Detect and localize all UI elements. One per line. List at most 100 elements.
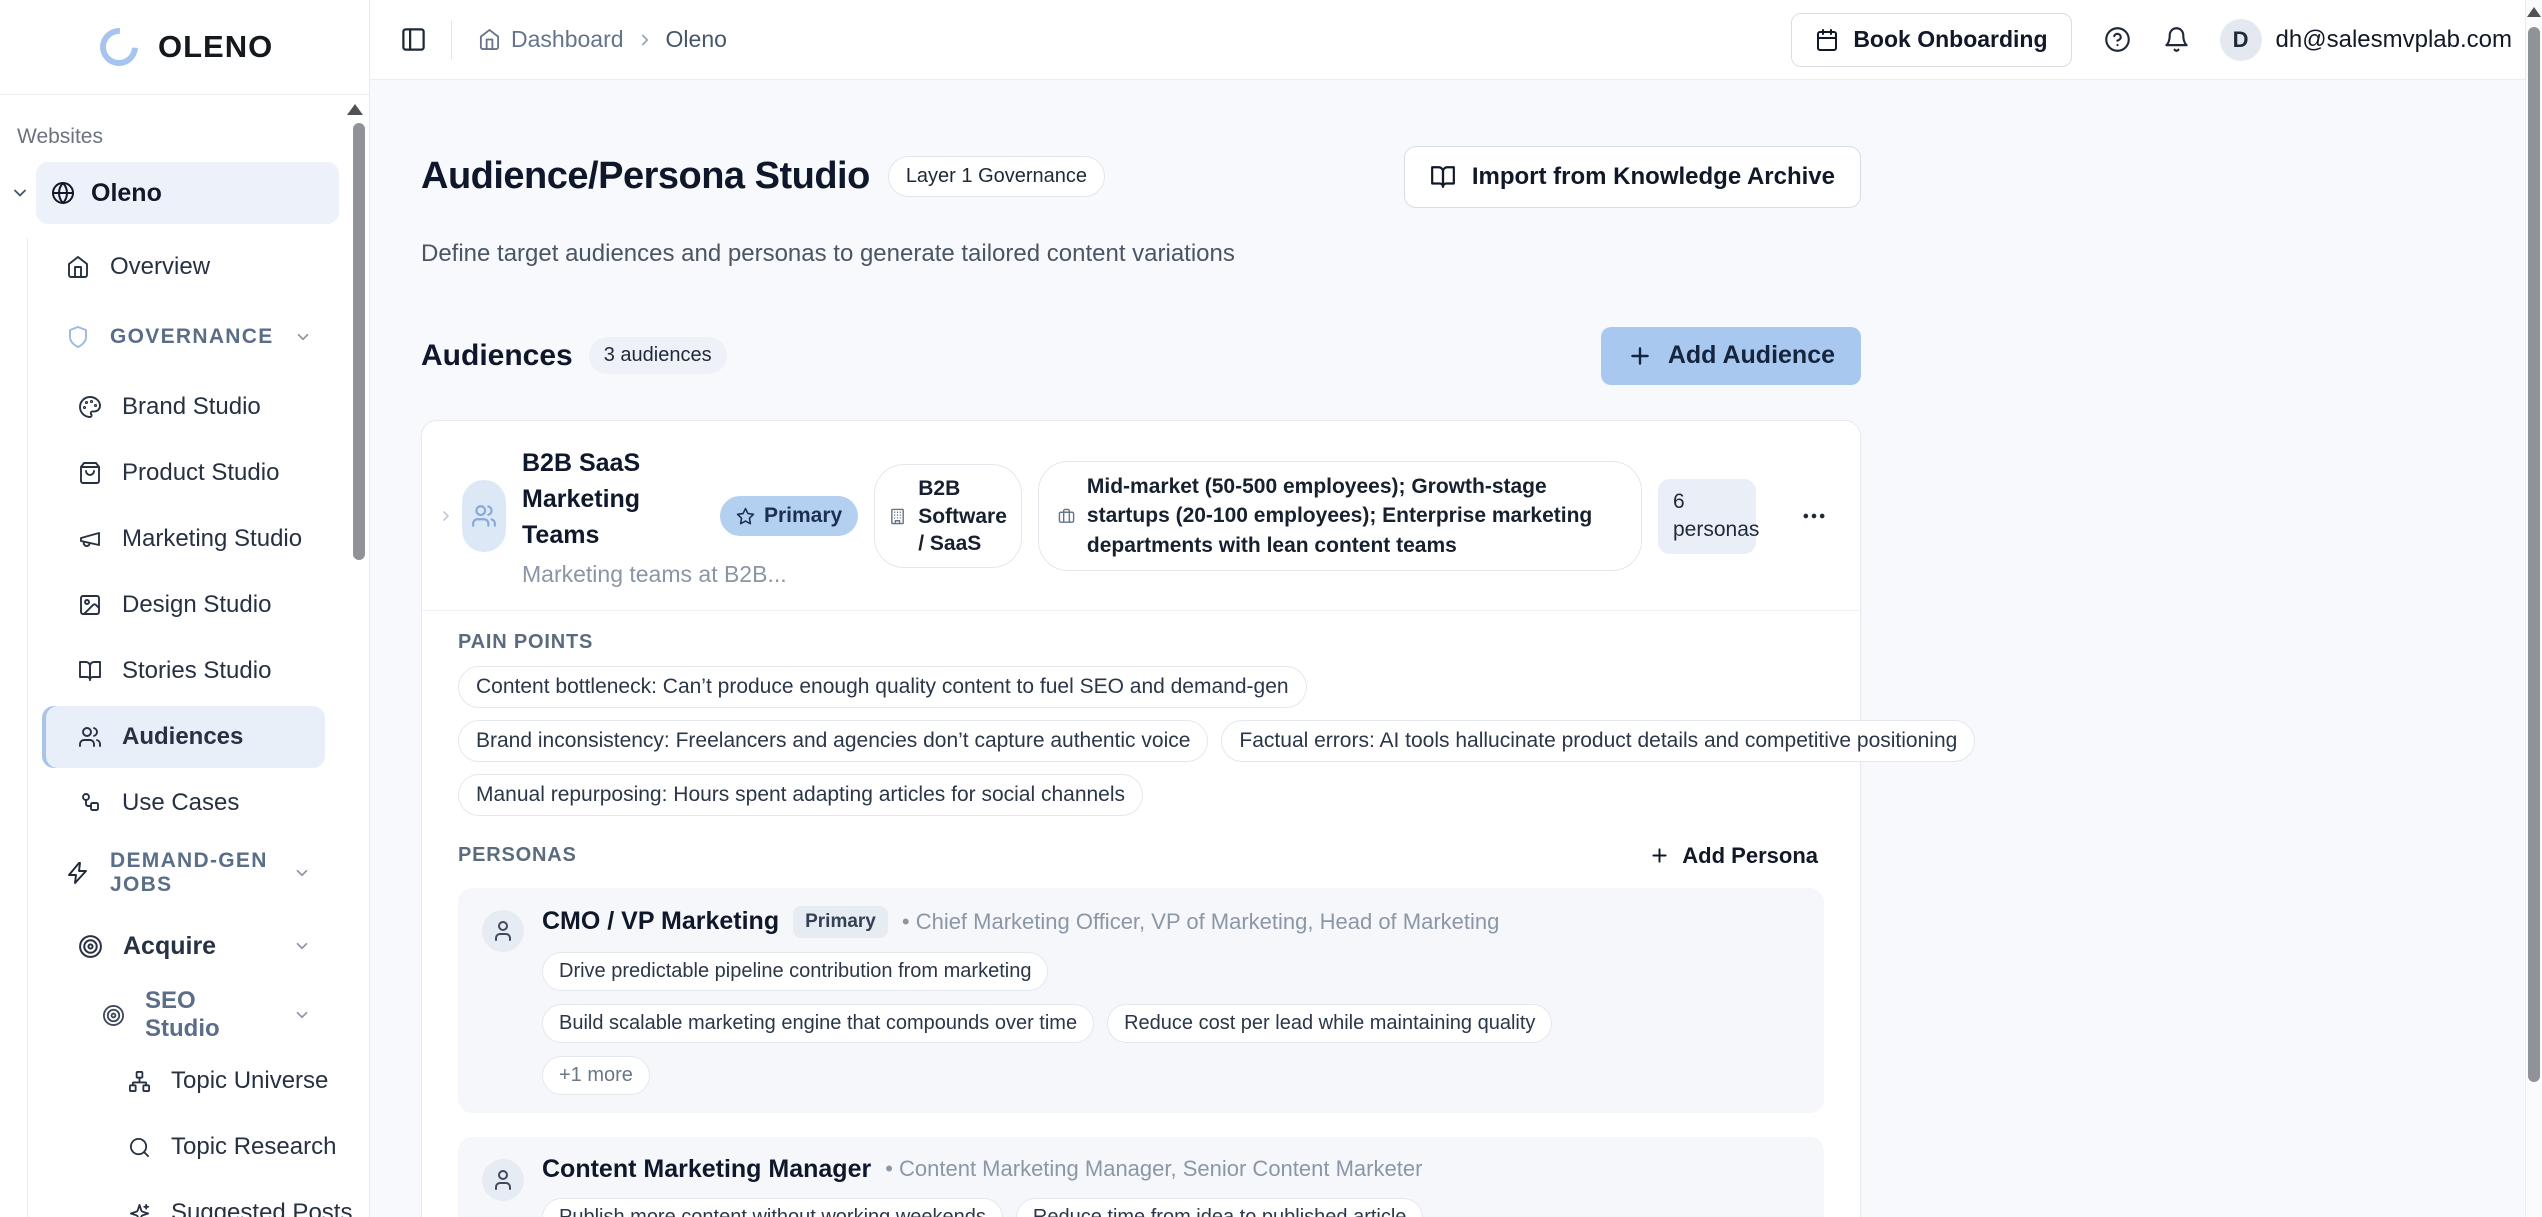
persona-name: CMO / VP Marketing <box>542 907 779 936</box>
user-avatar[interactable]: D <box>2220 19 2262 61</box>
plus-icon <box>1627 343 1653 369</box>
nav-label: SEO Studio <box>145 987 273 1043</box>
sidebar-scrollbar[interactable] <box>353 123 365 560</box>
sidebar-item-product-studio[interactable]: Product Studio <box>0 440 369 506</box>
governance-badge: Layer 1 Governance <box>888 156 1105 197</box>
persona-body: CMO / VP Marketing Primary • Chief Marke… <box>542 906 1800 1095</box>
audience-name[interactable]: B2B SaaS Marketing Teams <box>522 445 680 553</box>
sidebar-logo: OLENO <box>0 0 369 95</box>
sidebar-item-seo-studio[interactable]: SEO Studio <box>0 982 369 1048</box>
home-icon <box>66 255 90 279</box>
goal-pill: Reduce cost per lead while maintaining q… <box>1107 1004 1552 1043</box>
palette-icon <box>78 395 102 419</box>
persona-card[interactable]: CMO / VP Marketing Primary • Chief Marke… <box>458 888 1824 1113</box>
sidebar-item-use-cases[interactable]: Use Cases <box>0 770 369 836</box>
nav-label: Audiences <box>122 723 243 751</box>
scroll-up-arrow[interactable] <box>2527 7 2541 17</box>
goal-pill: Build scalable marketing engine that com… <box>542 1004 1094 1043</box>
user-icon <box>482 910 524 952</box>
chevron-down-icon <box>293 864 311 882</box>
book-onboarding-button[interactable]: Book Onboarding <box>1791 13 2071 67</box>
workflow-icon <box>78 791 102 815</box>
shield-icon <box>66 325 90 349</box>
persona-title-row: CMO / VP Marketing Primary • Chief Marke… <box>542 906 1800 938</box>
sidebar-item-acquire[interactable]: Acquire <box>0 910 369 982</box>
sidebar-section-governance[interactable]: GOVERNANCE <box>0 300 369 374</box>
sidebar-item-overview[interactable]: Overview <box>0 234 369 300</box>
websites-section-label: Websites <box>17 125 369 149</box>
building-icon <box>889 508 906 525</box>
persona-primary-badge: Primary <box>793 906 888 938</box>
image-icon <box>78 593 102 617</box>
sidebar-item-brand-studio[interactable]: Brand Studio <box>0 374 369 440</box>
oleno-logo-icon <box>92 20 146 74</box>
add-persona-button[interactable]: Add Persona <box>1643 842 1824 870</box>
user-icon <box>482 1159 524 1201</box>
target-icon <box>78 934 103 959</box>
sidebar-item-design-studio[interactable]: Design Studio <box>0 572 369 638</box>
more-options-icon[interactable] <box>1794 501 1834 531</box>
page-scrollbar-thumb[interactable] <box>2528 27 2540 1082</box>
pain-point-pill: Factual errors: AI tools hallucinate pro… <box>1221 720 1975 762</box>
goal-pill: Publish more content without working wee… <box>542 1198 1003 1217</box>
chevron-down-icon[interactable] <box>10 183 30 203</box>
sidebar-item-topic-universe[interactable]: Topic Universe <box>0 1048 369 1114</box>
chevron-down-icon <box>293 937 311 955</box>
target-icon <box>102 1004 125 1027</box>
avatar-initial: D <box>2233 27 2249 53</box>
breadcrumb-current: Oleno <box>666 26 727 53</box>
pain-points-row: Brand inconsistency: Freelancers and age… <box>458 720 1824 762</box>
bell-icon[interactable] <box>2163 26 2190 53</box>
sidebar-toggle-icon[interactable] <box>400 26 427 53</box>
persona-goals: Drive predictable pipeline contribution … <box>542 952 1562 1095</box>
nav-label: Marketing Studio <box>122 525 302 553</box>
site-row: Oleno <box>10 162 339 224</box>
expand-chevron-icon[interactable] <box>438 508 454 524</box>
add-audience-label: Add Audience <box>1668 341 1835 370</box>
import-knowledge-archive-button[interactable]: Import from Knowledge Archive <box>1404 146 1861 208</box>
sidebar-item-suggested-posts[interactable]: Suggested Posts <box>0 1180 369 1217</box>
help-circle-icon[interactable] <box>2104 26 2131 53</box>
breadcrumb-dashboard[interactable]: Dashboard <box>511 26 624 53</box>
app-root: OLENO Websites Oleno Overview GOVERNANCE <box>0 0 2542 1217</box>
persona-roles: • Chief Marketing Officer, VP of Marketi… <box>902 909 1500 935</box>
industry-label: B2B Software / SaaS <box>918 475 1007 557</box>
pain-point-pill: Content bottleneck: Can’t produce enough… <box>458 666 1307 708</box>
nav-label: Suggested Posts <box>171 1199 352 1217</box>
sidebar-item-topic-research[interactable]: Topic Research <box>0 1114 369 1180</box>
sidebar-item-audiences[interactable]: Audiences <box>42 706 325 768</box>
page-title: Audience/Persona Studio <box>421 155 870 198</box>
add-persona-label: Add Persona <box>1682 843 1818 869</box>
page-subtitle: Define target audiences and personas to … <box>421 240 2542 268</box>
primary-badge-label: Primary <box>764 504 842 528</box>
nav-label: Topic Research <box>171 1133 336 1161</box>
nav-label: Use Cases <box>122 789 239 817</box>
network-icon <box>128 1070 151 1093</box>
sidebar-section-demand-gen-jobs[interactable]: DEMAND-GEN JOBS <box>0 836 369 910</box>
nav-label: Brand Studio <box>122 393 261 421</box>
sidebar-item-oleno-site[interactable]: Oleno <box>36 162 339 224</box>
sidebar-item-stories-studio[interactable]: Stories Studio <box>0 638 369 704</box>
user-email[interactable]: dh@salesmvplab.com <box>2276 26 2512 54</box>
users-icon <box>78 725 102 749</box>
audience-avatar <box>462 480 506 552</box>
nav-label: GOVERNANCE <box>110 325 274 349</box>
audience-title-block: B2B SaaS Marketing Teams Marketing teams… <box>522 445 680 588</box>
persona-goals: Publish more content without working wee… <box>542 1198 1800 1217</box>
more-goals-pill[interactable]: +1 more <box>542 1056 650 1095</box>
pain-points-row: Content bottleneck: Can’t produce enough… <box>458 666 1824 708</box>
chevron-down-icon <box>294 328 312 346</box>
persona-roles: • Content Marketing Manager, Senior Cont… <box>885 1156 1422 1182</box>
sidebar-item-marketing-studio[interactable]: Marketing Studio <box>0 506 369 572</box>
persona-card[interactable]: Content Marketing Manager • Content Mark… <box>458 1137 1824 1217</box>
content: Audience/Persona Studio Layer 1 Governan… <box>370 80 2542 1217</box>
sidebar-scroll-up-arrow[interactable] <box>347 104 363 115</box>
star-icon <box>736 507 755 526</box>
nav-label: Product Studio <box>122 459 279 487</box>
personas-label: PERSONAS <box>458 844 577 867</box>
add-audience-button[interactable]: Add Audience <box>1601 327 1861 385</box>
briefcase-icon <box>1058 508 1075 525</box>
home-icon <box>478 28 501 51</box>
nav-label: Design Studio <box>122 591 271 619</box>
page-scrollbar-track[interactable] <box>2525 0 2542 1217</box>
